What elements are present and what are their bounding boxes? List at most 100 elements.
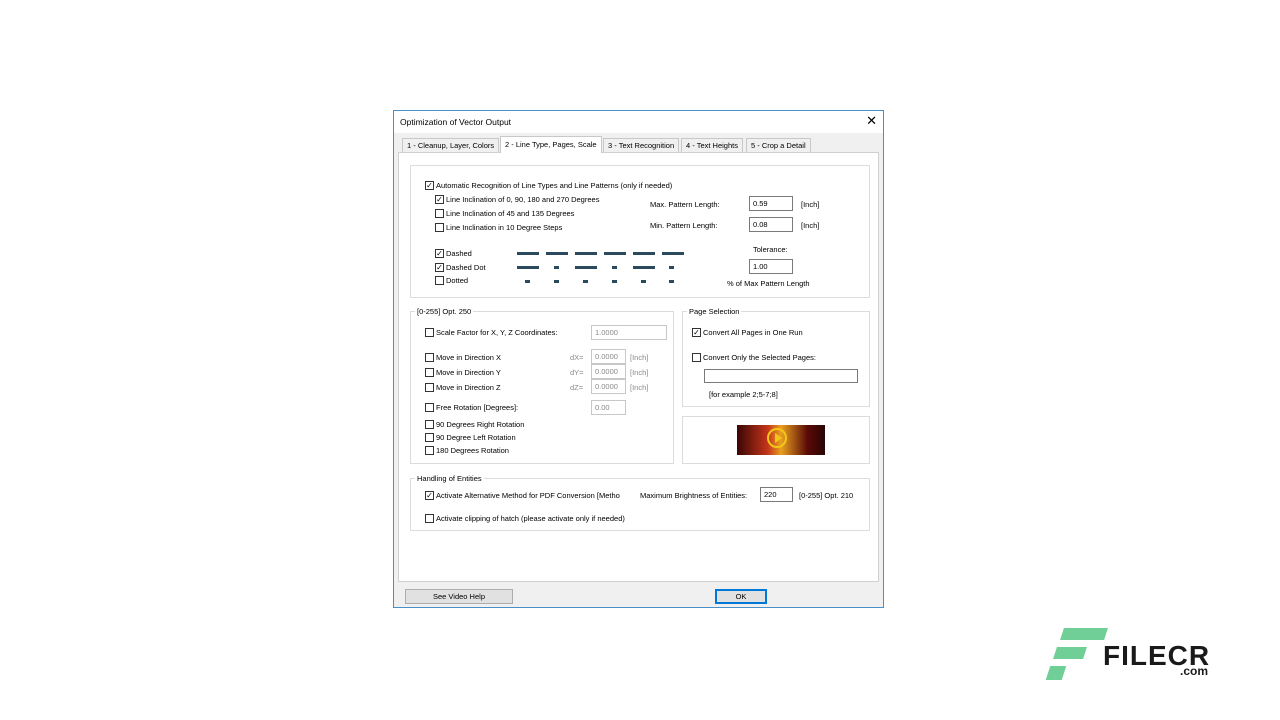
scale-group: [0-255] Opt. 250 Scale Factor for X, Y, … — [410, 307, 674, 464]
dashed-dot-pattern-sample — [669, 266, 674, 269]
move-y-prefix: dY= — [570, 368, 584, 377]
incl-10-checkbox[interactable] — [435, 223, 444, 232]
free-rotation-checkbox[interactable] — [425, 403, 434, 412]
incl-45-checkbox[interactable] — [435, 209, 444, 218]
dashed-label: Dashed — [446, 249, 472, 258]
move-y-checkbox[interactable] — [425, 368, 434, 377]
rot-90-right-label: 90 Degrees Right Rotation — [436, 420, 525, 429]
video-panel — [682, 416, 870, 464]
dashed-pattern-sample — [517, 252, 539, 255]
move-x-unit: [Inch] — [630, 353, 649, 362]
move-x-prefix: dX= — [570, 353, 584, 362]
dotted-pattern-sample — [669, 280, 674, 283]
dashed-dot-pattern-sample — [575, 266, 597, 269]
move-x-label: Move in Direction X — [436, 353, 502, 362]
scale-group-label: [0-255] Opt. 250 — [415, 307, 474, 316]
move-z-prefix: dZ= — [570, 383, 584, 392]
tolerance-input[interactable]: 1.00 — [749, 259, 793, 274]
tab-crop-detail[interactable]: 5 - Crop a Detail — [746, 138, 811, 152]
scale-factor-label: Scale Factor for X, Y, Z Coordinates: — [436, 328, 558, 337]
tab-text-recognition[interactable]: 3 - Text Recognition — [603, 138, 680, 152]
ok-button[interactable]: OK — [715, 589, 767, 604]
move-y-label: Move in Direction Y — [436, 368, 501, 377]
alt-method-label: Activate Alternative Method for PDF Conv… — [436, 491, 620, 500]
incl-10-label: Line Inclination in 10 Degree Steps — [446, 223, 563, 232]
close-icon[interactable]: ✕ — [866, 113, 877, 129]
dashed-checkbox[interactable]: ✓ — [435, 249, 444, 258]
dashed-dot-pattern-sample — [554, 266, 559, 269]
move-x-checkbox[interactable] — [425, 353, 434, 362]
move-z-checkbox[interactable] — [425, 383, 434, 392]
min-pattern-label: Min. Pattern Length: — [650, 221, 718, 230]
title-bar: Optimization of Vector Output ✕ — [394, 111, 883, 133]
tolerance-label: Tolerance: — [753, 245, 788, 254]
move-z-input[interactable]: 0.0000 — [591, 379, 626, 394]
dashed-pattern-sample — [662, 252, 684, 255]
convert-selected-checkbox[interactable] — [692, 353, 701, 362]
dashed-pattern-sample — [604, 252, 626, 255]
line-type-group: ✓ Automatic Recognition of Line Types an… — [410, 165, 870, 298]
alt-method-checkbox[interactable]: ✓ — [425, 491, 434, 500]
dotted-pattern-sample — [641, 280, 646, 283]
dashed-dot-checkbox[interactable]: ✓ — [435, 263, 444, 272]
dotted-pattern-sample — [583, 280, 588, 283]
dialog-title: Optimization of Vector Output — [400, 117, 512, 127]
dashed-dot-pattern-sample — [517, 266, 539, 269]
rot-90-left-checkbox[interactable] — [425, 433, 434, 442]
free-rotation-input[interactable]: 0.00 — [591, 400, 626, 415]
max-brightness-hint: [0-255] Opt. 210 — [799, 491, 854, 500]
move-y-input[interactable]: 0.0000 — [591, 364, 626, 379]
filecr-logo-icon — [1045, 628, 1108, 682]
play-icon[interactable] — [767, 428, 787, 448]
min-pattern-input[interactable]: 0.08 — [749, 217, 793, 232]
max-pattern-unit: [Inch] — [801, 200, 820, 209]
move-z-label: Move in Direction Z — [436, 383, 501, 392]
incl-0-90-checkbox[interactable]: ✓ — [435, 195, 444, 204]
scale-factor-checkbox[interactable] — [425, 328, 434, 337]
move-x-input[interactable]: 0.0000 — [591, 349, 626, 364]
max-pattern-input[interactable]: 0.59 — [749, 196, 793, 211]
max-pattern-label: Max. Pattern Length: — [650, 200, 720, 209]
scale-factor-input[interactable]: 1.0000 — [591, 325, 667, 340]
auto-recognition-checkbox[interactable]: ✓ — [425, 181, 434, 190]
dashed-dot-label: Dashed Dot — [446, 263, 486, 272]
dashed-pattern-sample — [546, 252, 568, 255]
watermark-suffix: .com — [1180, 664, 1209, 678]
clipping-checkbox[interactable] — [425, 514, 434, 523]
entities-group-label: Handling of Entities — [415, 474, 484, 483]
rot-180-checkbox[interactable] — [425, 446, 434, 455]
tab-text-heights[interactable]: 4 - Text Heights — [681, 138, 743, 152]
pages-input[interactable] — [704, 369, 858, 383]
dotted-pattern-sample — [525, 280, 530, 283]
incl-0-90-label: Line Inclination of 0, 90, 180 and 270 D… — [446, 195, 600, 204]
dashed-pattern-sample — [575, 252, 597, 255]
entities-group: Handling of Entities ✓ Activate Alternat… — [410, 474, 870, 531]
page-selection-label: Page Selection — [687, 307, 742, 316]
dashed-dot-pattern-sample — [612, 266, 617, 269]
dialog-window: Optimization of Vector Output ✕ 1 - Clea… — [393, 110, 884, 608]
rot-90-right-checkbox[interactable] — [425, 420, 434, 429]
incl-45-label: Line Inclination of 45 and 135 Degrees — [446, 209, 575, 218]
tab-line-type[interactable]: 2 - Line Type, Pages, Scale — [500, 136, 602, 153]
dashed-dot-pattern-sample — [633, 266, 655, 269]
dotted-checkbox[interactable] — [435, 276, 444, 285]
auto-recognition-label: Automatic Recognition of Line Types and … — [436, 181, 673, 190]
clipping-label: Activate clipping of hatch (please activ… — [436, 514, 625, 523]
page-selection-group: Page Selection ✓ Convert All Pages in On… — [682, 307, 870, 407]
move-z-unit: [Inch] — [630, 383, 649, 392]
tab-panel: ✓ Automatic Recognition of Line Types an… — [398, 152, 879, 582]
max-brightness-input[interactable]: 220 — [760, 487, 793, 502]
rot-90-left-label: 90 Degree Left Rotation — [436, 433, 516, 442]
convert-all-checkbox[interactable]: ✓ — [692, 328, 701, 337]
min-pattern-unit: [Inch] — [801, 221, 820, 230]
tab-cleanup[interactable]: 1 - Cleanup, Layer, Colors — [402, 138, 500, 152]
dotted-pattern-sample — [554, 280, 559, 283]
video-thumbnail[interactable] — [737, 425, 825, 455]
video-help-button[interactable]: See Video Help — [405, 589, 513, 604]
convert-selected-label: Convert Only the Selected Pages: — [703, 353, 816, 362]
move-y-unit: [Inch] — [630, 368, 649, 377]
dotted-label: Dotted — [446, 276, 469, 285]
rot-180-label: 180 Degrees Rotation — [436, 446, 509, 455]
dotted-pattern-sample — [612, 280, 617, 283]
tolerance-note: % of Max Pattern Length — [727, 279, 810, 288]
